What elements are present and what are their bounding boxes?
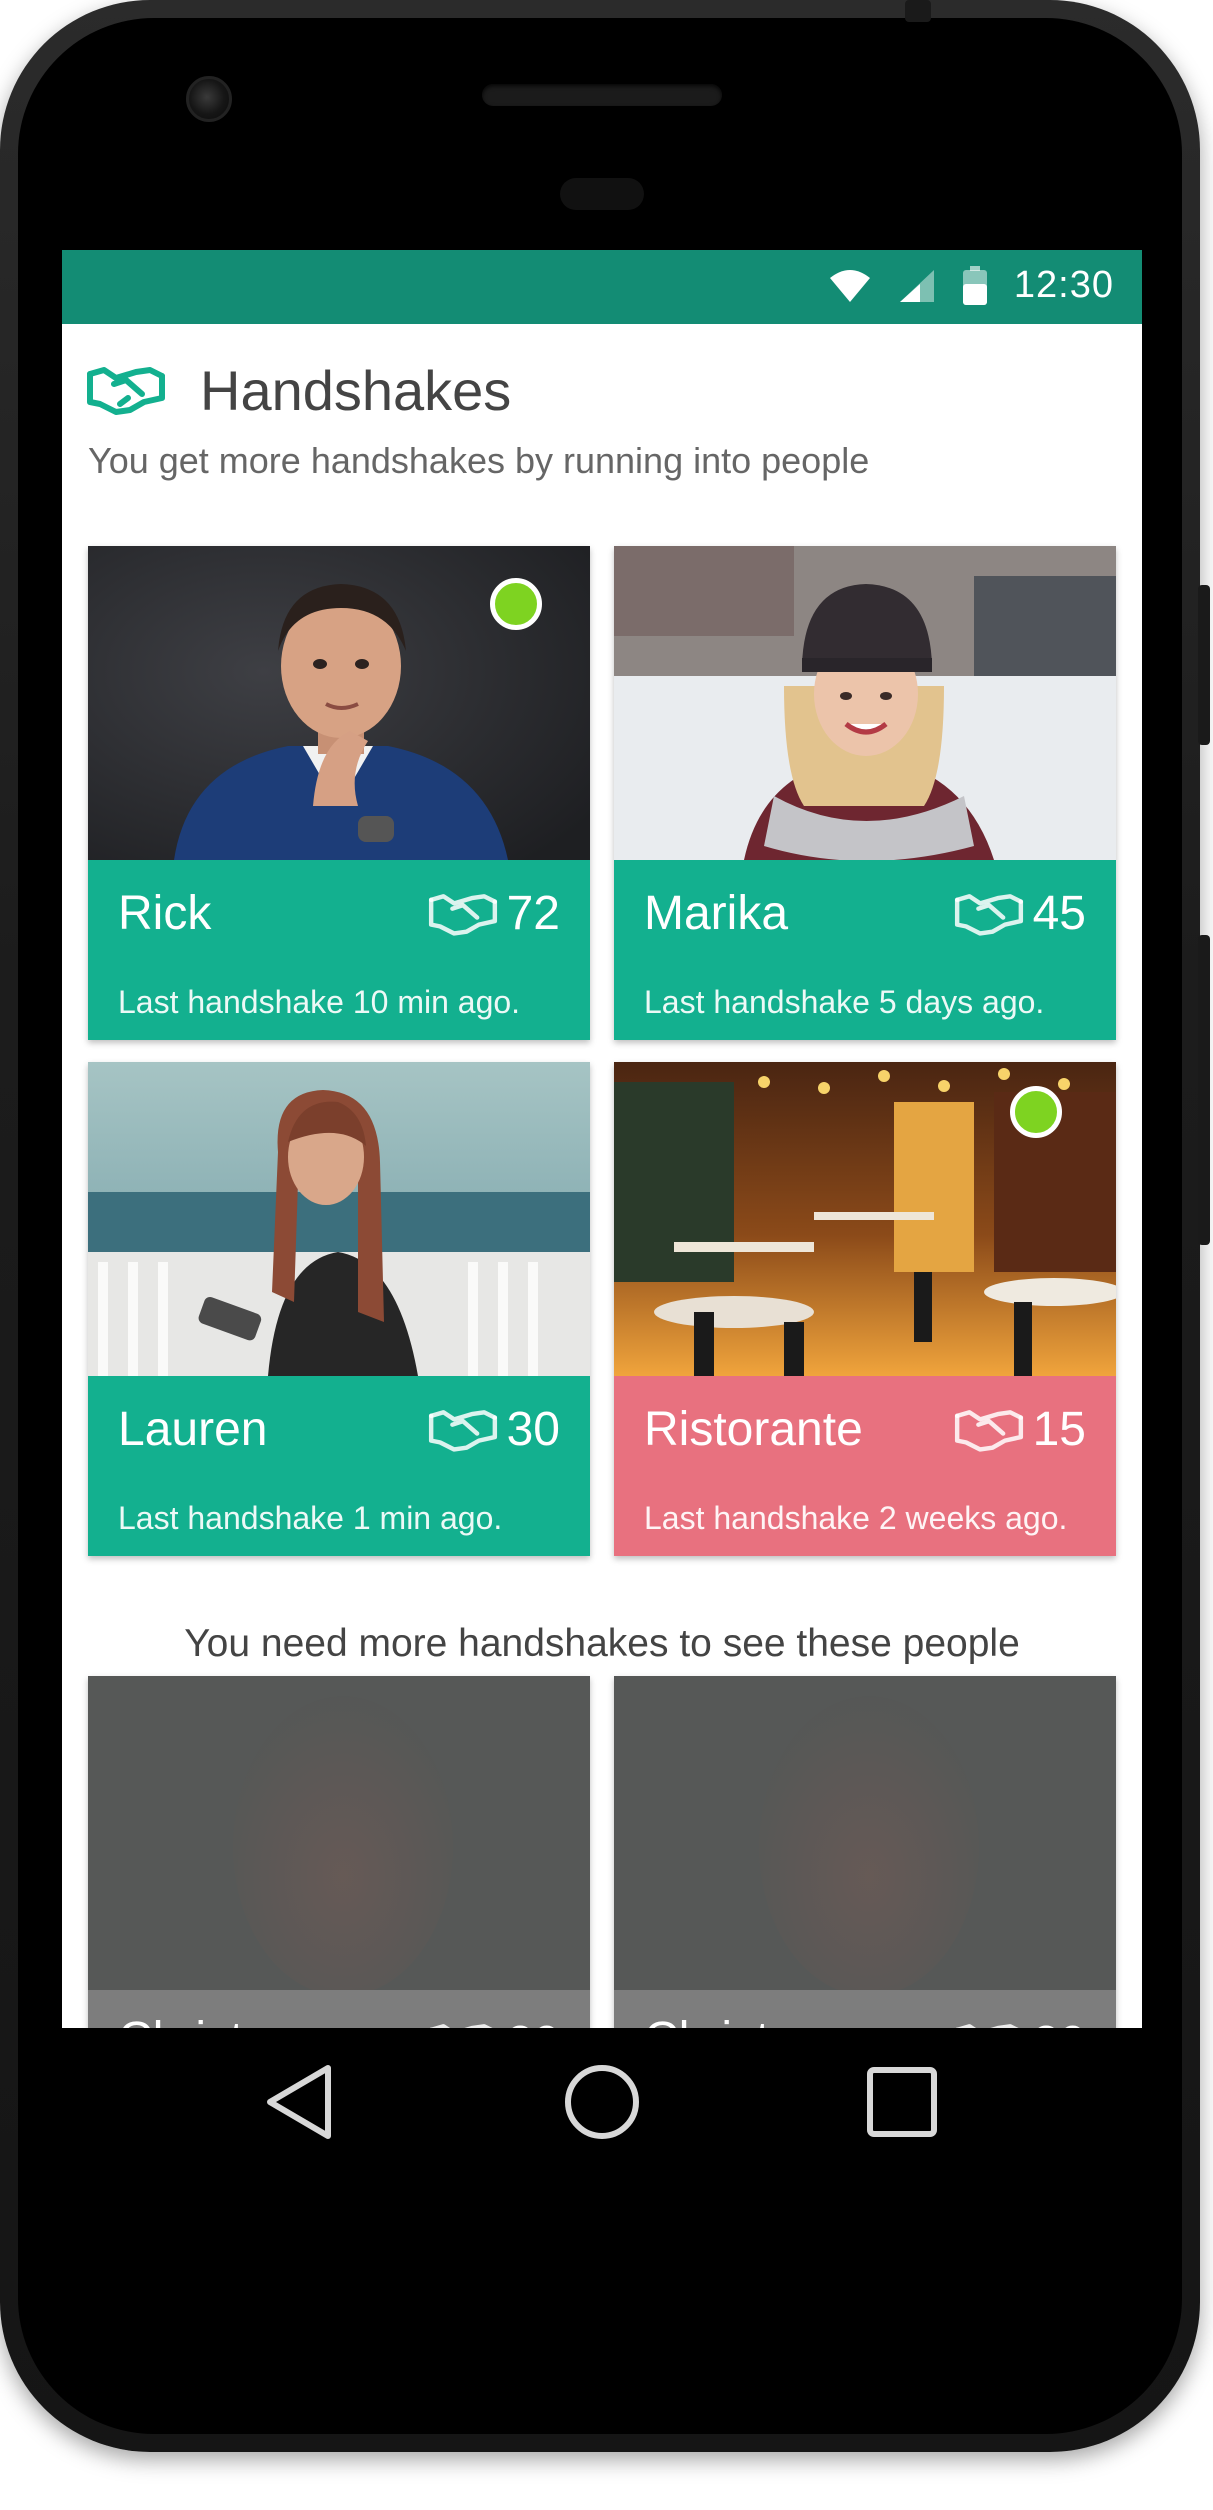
handshake-icon <box>954 893 1023 936</box>
handshake-count: 20 <box>507 2016 560 2028</box>
navigation-bar <box>62 2028 1142 2176</box>
recents-icon[interactable] <box>862 2062 942 2142</box>
battery-icon <box>962 265 987 305</box>
person-card-lauren[interactable]: Lauren 30 Last handshake 1 min ago. <box>88 1062 590 1556</box>
card-info: Ristorante 15 Last handshake 2 weeks ago… <box>614 1376 1116 1556</box>
online-indicator <box>1010 1086 1062 1138</box>
power-button <box>1198 585 1210 745</box>
handshake-icon <box>428 1409 497 1452</box>
card-info: Marika 45 Last handshake 5 days ago. <box>614 860 1116 1040</box>
locked-person-card[interactable]: Christa 20 <box>614 1676 1116 2028</box>
handshake-icon <box>87 367 165 415</box>
handshake-count: 30 <box>506 1403 560 1456</box>
cell-signal-icon <box>899 269 934 302</box>
last-handshake-text: Last handshake 1 min ago. <box>118 1500 503 1536</box>
status-time: 12:30 <box>1013 264 1114 306</box>
person-photo <box>88 1062 590 1376</box>
card-info: Rick 72 Last handshake 10 min ago. <box>88 860 590 1040</box>
top-notch-button <box>905 0 931 22</box>
place-card-ristorante[interactable]: Ristorante 15 Last handshake 2 weeks ago… <box>614 1062 1116 1556</box>
back-icon[interactable] <box>262 2062 342 2142</box>
last-handshake-text: Last handshake 5 days ago. <box>644 984 1045 1020</box>
handshake-icon <box>428 893 497 936</box>
status-bar: 12:30 <box>62 250 1142 324</box>
earpiece-speaker <box>482 84 722 106</box>
page-header: Handshakes You get more handshakes by ru… <box>62 324 1142 534</box>
handshake-icon <box>954 1409 1023 1452</box>
handshake-count: 72 <box>506 887 560 940</box>
handshake-count: 15 <box>1032 1403 1086 1456</box>
person-name: Marika <box>644 887 789 940</box>
person-name: Lauren <box>118 1403 268 1456</box>
last-handshake-text: Last handshake 10 min ago. <box>118 984 521 1020</box>
locked-person-card[interactable]: Christa 20 <box>88 1676 590 2028</box>
person-card-rick[interactable]: Rick 72 Last handshake 10 min ago. <box>88 546 590 1040</box>
home-icon[interactable] <box>562 2062 642 2142</box>
front-camera <box>186 76 232 122</box>
wifi-icon <box>829 269 870 302</box>
handshake-count: 45 <box>1032 887 1086 940</box>
page-title: Handshakes <box>200 359 512 422</box>
app-screen: 12:30 Handshakes You get more handshakes… <box>62 250 1142 2028</box>
card-info: Christa 20 <box>88 1990 590 2028</box>
person-card-marika[interactable]: Marika 45 Last handshake 5 days ago. <box>614 546 1116 1040</box>
page-subtitle: You get more handshakes by running into … <box>88 440 870 481</box>
proximity-sensor <box>560 178 644 210</box>
locked-section-message: You need more handshakes to see these pe… <box>184 1622 1020 1665</box>
person-name: Christa <box>118 2012 270 2028</box>
place-name: Ristorante <box>644 1403 863 1456</box>
handshake-icon <box>429 2023 494 2028</box>
last-handshake-text: Last handshake 2 weeks ago. <box>644 1500 1068 1536</box>
handshake-count: 20 <box>1033 2016 1086 2028</box>
person-photo <box>614 546 1116 860</box>
volume-button <box>1198 935 1210 1245</box>
card-info: Christa 20 <box>614 1990 1116 2028</box>
person-name: Christa <box>644 2012 796 2028</box>
blurred-person-photo <box>88 1676 590 1990</box>
person-name: Rick <box>118 887 212 940</box>
handshake-icon <box>955 2023 1020 2028</box>
blurred-person-photo <box>614 1676 1116 1990</box>
online-indicator <box>490 578 542 630</box>
card-info: Lauren 30 Last handshake 1 min ago. <box>88 1376 590 1556</box>
